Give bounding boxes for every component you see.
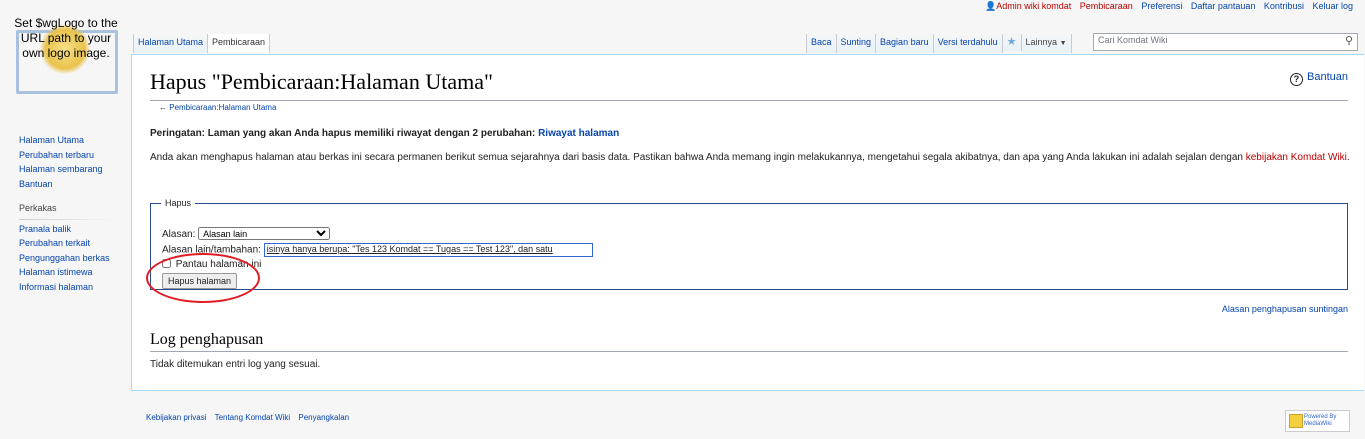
view-tabs: Baca Sunting Bagian baru Versi terdahulu… <box>806 34 1072 53</box>
tab-new-section-label[interactable]: Bagian baru <box>880 37 929 47</box>
policy-link[interactable]: kebijakan Komdat Wiki <box>1246 152 1347 163</box>
warning-text: Peringatan: Laman yang akan Anda hapus m… <box>150 128 539 139</box>
sidebar-navigation: Halaman Utama Perubahan terbaru Halaman … <box>19 133 103 191</box>
tab-edit-label[interactable]: Sunting <box>841 37 872 47</box>
talk-link[interactable]: Pembicaraan <box>1080 1 1133 11</box>
user-icon: 👤 <box>985 1 997 11</box>
title-divider <box>150 100 1348 101</box>
powered-by-text: Powered By MediaWiki <box>1304 414 1337 427</box>
deletion-log-heading: Log penghapusan <box>150 331 264 348</box>
page-title: Hapus "Pembicaraan:Halaman Utama" <box>150 69 493 94</box>
sidebar-item-help[interactable]: Bantuan <box>19 177 103 192</box>
preferences-link[interactable]: Preferensi <box>1141 1 1182 11</box>
help-icon: ? <box>1290 73 1304 86</box>
personal-tools: 👤Admin wiki komdat Pembicaraan Preferens… <box>985 1 1353 12</box>
logo-text: Set $wgLogo to the URL path to your own … <box>14 16 118 60</box>
search-input[interactable]: Cari Komdat Wiki ⚲ <box>1093 33 1358 51</box>
tab-edit[interactable]: Sunting <box>836 34 877 53</box>
tab-history[interactable]: Versi terdahulu <box>933 34 1003 53</box>
annotation-circle <box>146 253 260 303</box>
other-reason-value: isinya hanya berupa: "Tes 123 Komdat == … <box>266 244 553 254</box>
tools-heading: Perkakas <box>19 203 57 213</box>
explanation-text: Anda akan menghapus halaman atau berkas … <box>150 152 1246 163</box>
reason-row: Alasan: Alasan lain <box>162 227 331 240</box>
powered-by-mediawiki-badge[interactable]: Powered By MediaWiki <box>1285 410 1350 432</box>
tools-separator <box>19 218 115 220</box>
namespace-tabs: Halaman Utama Pembicaraan <box>133 34 271 53</box>
help-link[interactable]: ? Bantuan <box>1290 71 1348 86</box>
back-link[interactable]: Pembicaraan:Halaman Utama <box>169 103 276 112</box>
tab-main-page[interactable]: Halaman Utama <box>133 34 209 53</box>
sidebar-item-related-changes[interactable]: Perubahan terkait <box>19 236 115 251</box>
more-menu-label[interactable]: Lainnya <box>1026 37 1058 47</box>
edit-delete-reasons-link[interactable]: Alasan penghapusan suntingan <box>1222 304 1348 314</box>
reason-select[interactable]: Alasan lain <box>198 227 331 240</box>
sidebar-item-recent-changes[interactable]: Perubahan terbaru <box>19 148 103 163</box>
sidebar-item-main-page[interactable]: Halaman Utama <box>19 133 103 148</box>
tab-read-label[interactable]: Baca <box>811 37 832 47</box>
contributions-link[interactable]: Kontribusi <box>1264 1 1304 11</box>
log-divider <box>150 351 1348 352</box>
sidebar-tools: Perkakas Pranala balik Perubahan terkait… <box>19 201 115 294</box>
tab-new-section[interactable]: Bagian baru <box>876 34 934 53</box>
tab-main-page-label[interactable]: Halaman Utama <box>138 37 203 47</box>
content-area: Hapus "Pembicaraan:Halaman Utama" ? Bantu… <box>131 54 1364 391</box>
mediawiki-logo-icon <box>1289 414 1303 428</box>
user-link[interactable]: Admin wiki komdat <box>996 1 1071 11</box>
explanation-end: . <box>1346 152 1350 163</box>
tab-talk-label[interactable]: Pembicaraan <box>212 37 265 47</box>
more-menu[interactable]: Lainnya ▼ <box>1021 34 1072 53</box>
tab-history-label[interactable]: Versi terdahulu <box>938 37 998 47</box>
history-link[interactable]: Riwayat halaman <box>538 128 619 139</box>
delete-form: Hapus Alasan: Alasan lain Alasan lain/ta… <box>150 198 1348 290</box>
form-legend: Hapus <box>165 198 192 208</box>
help-label[interactable]: Bantuan <box>1307 71 1348 83</box>
tab-talk[interactable]: Pembicaraan <box>208 34 271 53</box>
chevron-down-icon: ▼ <box>1059 40 1067 47</box>
disclaimer-link[interactable]: Penyangkalan <box>298 413 349 422</box>
footer-links: Kebijakan privasi Tentang Komdat Wiki Pe… <box>146 413 355 422</box>
site-logo[interactable]: Set $wgLogo to the URL path to your own … <box>10 16 122 94</box>
search-placeholder: Cari Komdat Wiki <box>1098 35 1168 45</box>
watchlist-link[interactable]: Daftar pantauan <box>1191 1 1256 11</box>
log-empty-message: Tidak ditemukan entri log yang sesuai. <box>150 359 321 370</box>
privacy-link[interactable]: Kebijakan privasi <box>146 413 206 422</box>
sidebar-item-random-page[interactable]: Halaman sembarang <box>19 162 103 177</box>
about-link[interactable]: Tentang Komdat Wiki <box>215 413 291 422</box>
watch-star-icon[interactable]: ★ <box>1002 34 1022 51</box>
delete-explanation: Anda akan menghapus halaman atau berkas … <box>150 150 1350 165</box>
logout-link[interactable]: Keluar log <box>1312 1 1353 11</box>
search-icon[interactable]: ⚲ <box>1345 34 1353 47</box>
sidebar-item-what-links-here[interactable]: Pranala balik <box>19 222 115 237</box>
history-warning: Peringatan: Laman yang akan Anda hapus m… <box>150 128 619 139</box>
sidebar-item-special-pages[interactable]: Halaman istimewa <box>19 265 115 280</box>
other-reason-input[interactable]: isinya hanya berupa: "Tes 123 Komdat == … <box>263 243 593 257</box>
breadcrumb: ← Pembicaraan:Halaman Utama <box>159 103 277 112</box>
reason-label: Alasan: <box>162 229 196 240</box>
tab-read[interactable]: Baca <box>806 34 837 53</box>
sidebar-item-page-information[interactable]: Informasi halaman <box>19 280 115 295</box>
sidebar-item-upload-file[interactable]: Pengunggahan berkas <box>19 251 115 266</box>
